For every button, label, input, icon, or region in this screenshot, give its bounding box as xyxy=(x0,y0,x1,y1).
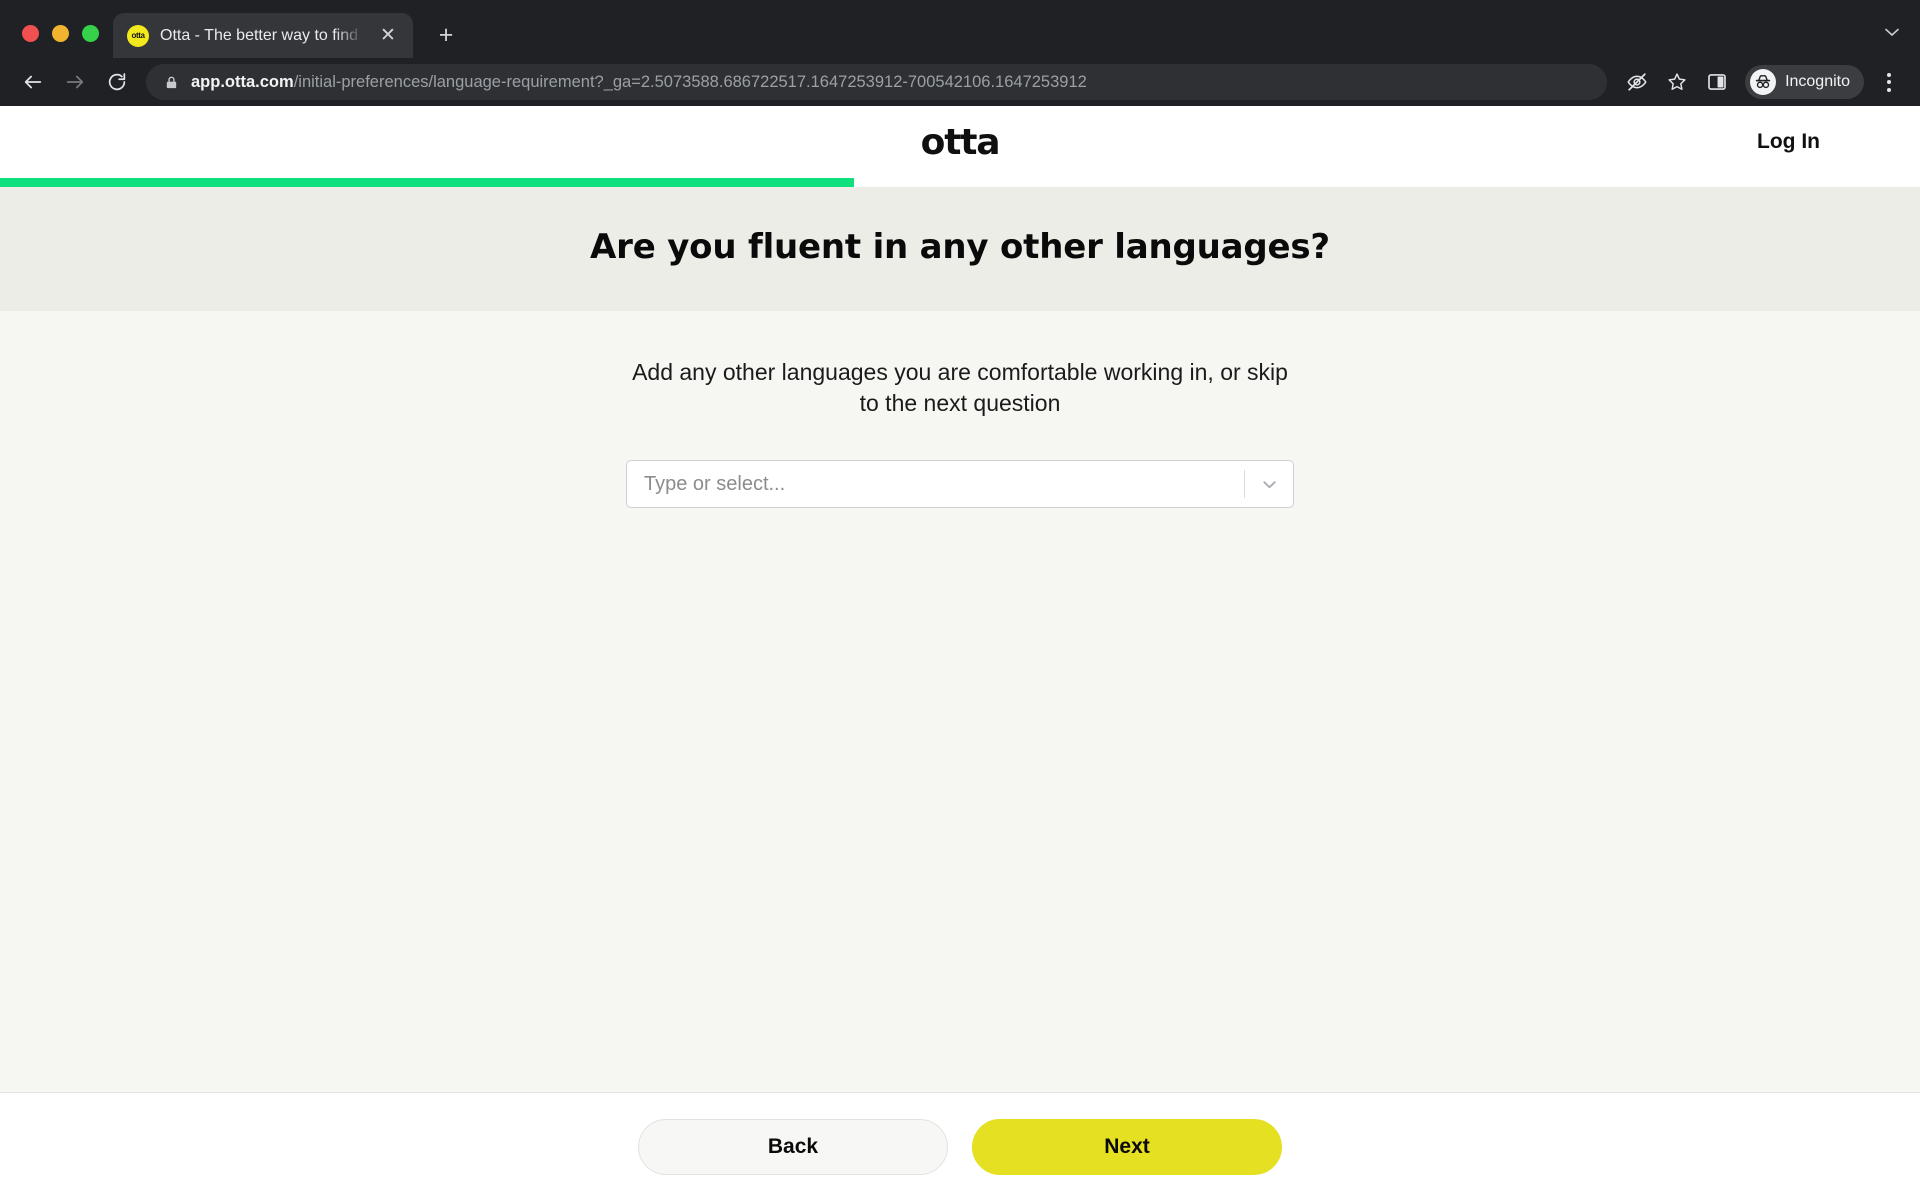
log-in-link[interactable]: Log In xyxy=(1757,130,1820,154)
kebab-menu-icon[interactable] xyxy=(1872,63,1906,101)
lock-icon xyxy=(164,75,179,90)
incognito-icon xyxy=(1750,69,1777,95)
address-bar-host: app.otta.com xyxy=(191,72,294,91)
tab-title: Otta - The better way to find a xyxy=(160,26,364,44)
otta-favicon-icon: otta xyxy=(127,24,149,47)
progress-bar-track xyxy=(0,178,1920,187)
site-header: otta Log In xyxy=(0,106,1920,178)
close-tab-icon[interactable]: ✕ xyxy=(375,23,401,49)
reload-icon[interactable] xyxy=(98,63,136,101)
maximize-window-button[interactable] xyxy=(82,25,99,42)
page-subtitle: Add any other languages you are comforta… xyxy=(632,359,1288,416)
browser-toolbar: app.otta.com/initial-preferences/languag… xyxy=(0,58,1920,106)
back-button[interactable]: Back xyxy=(638,1118,948,1175)
language-select[interactable]: Type or select... xyxy=(626,460,1294,509)
otta-logo[interactable]: otta xyxy=(921,122,1001,163)
close-window-button[interactable] xyxy=(22,25,39,42)
next-button[interactable]: Next xyxy=(972,1118,1282,1175)
address-bar-path: /initial-preferences/language-requiremen… xyxy=(293,72,1087,91)
eye-off-icon[interactable] xyxy=(1619,64,1655,100)
progress-bar-fill xyxy=(0,178,855,187)
minimize-window-button[interactable] xyxy=(52,25,69,42)
new-tab-button[interactable]: + xyxy=(429,18,463,52)
language-select-input[interactable]: Type or select... xyxy=(627,473,1244,496)
profile-incognito-button[interactable]: Incognito xyxy=(1745,65,1864,99)
page-title: Are you fluent in any other languages? xyxy=(590,227,1330,267)
profile-label: Incognito xyxy=(1785,73,1850,90)
toolbar-icons: Incognito xyxy=(1619,63,1906,101)
chevron-down-icon[interactable] xyxy=(1245,474,1293,495)
footer-actions: Back Next xyxy=(0,1092,1920,1200)
address-bar[interactable]: app.otta.com/initial-preferences/languag… xyxy=(146,64,1608,100)
address-bar-url: app.otta.com/initial-preferences/languag… xyxy=(191,73,1593,92)
window-controls xyxy=(14,25,113,58)
star-icon[interactable] xyxy=(1659,64,1695,100)
page-content: otta Log In Are you fluent in any other … xyxy=(0,106,1920,1200)
main-content: Add any other languages you are comforta… xyxy=(0,311,1920,1092)
browser-tab[interactable]: otta Otta - The better way to find a ✕ xyxy=(113,13,413,58)
tab-list-chevron-down-icon[interactable] xyxy=(1882,22,1902,46)
forward-arrow-icon[interactable] xyxy=(56,63,94,101)
question-band: Are you fluent in any other languages? xyxy=(0,187,1920,311)
browser-window: otta Otta - The better way to find a ✕ + xyxy=(0,0,1920,1200)
tab-strip: otta Otta - The better way to find a ✕ + xyxy=(0,0,1920,58)
side-panel-icon[interactable] xyxy=(1699,64,1735,100)
back-arrow-icon[interactable] xyxy=(14,63,52,101)
